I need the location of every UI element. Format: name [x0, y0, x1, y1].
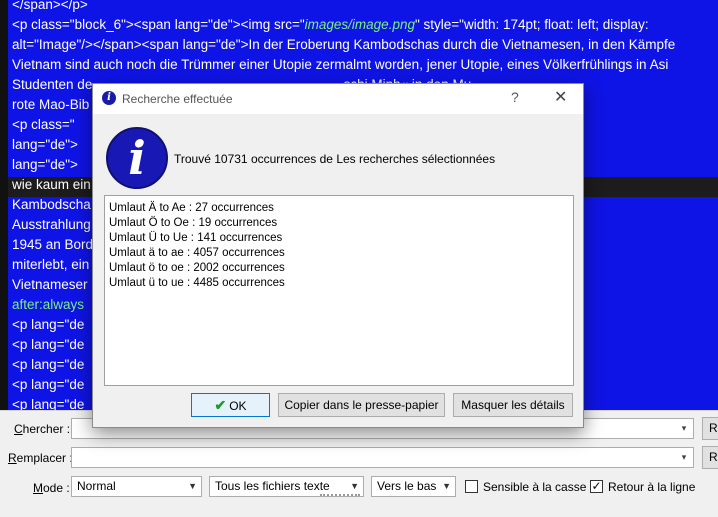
code-line: <p lang="de — [12, 335, 84, 355]
code-line: Vietnam sind auch noch die Trümmer einer… — [12, 55, 668, 75]
chevron-down-icon: ▾ — [681, 452, 687, 462]
mode-select[interactable]: Normal ▼ — [71, 476, 202, 497]
list-item: Umlaut Ü to Ue : 141 occurrences — [109, 232, 283, 244]
code-line: after:always — [12, 295, 84, 315]
code-token: lang="de"> — [12, 157, 78, 172]
replace-button[interactable]: R — [702, 446, 718, 469]
wrap-around-label: Retour à la ligne — [608, 480, 696, 494]
panel-resize-grip[interactable] — [320, 494, 360, 500]
direction-select-value: Vers le bas — [377, 479, 437, 493]
code-token: <p lang="de — [12, 377, 85, 392]
case-sensitive-label: Sensible à la casse — [483, 480, 587, 494]
direction-select[interactable]: Vers le bas ▼ — [371, 476, 456, 497]
chevron-down-icon: ▾ — [681, 423, 687, 433]
dialog-title-bar[interactable]: i Recherche effectuée ? ✕ — [93, 84, 583, 114]
editor-gutter — [0, 0, 8, 410]
search-result-dialog: i Recherche effectuée ? ✕ i Trouvé 10731… — [92, 83, 584, 428]
code-token: </span></p> — [12, 0, 88, 12]
help-button[interactable]: ? — [511, 89, 519, 105]
code-line: <p class="block_6"><span lang="de"><img … — [12, 15, 652, 35]
list-item: Umlaut Ä to Ae : 27 occurrences — [109, 202, 274, 214]
case-sensitive-checkbox[interactable] — [465, 480, 478, 493]
info-icon: i — [106, 127, 168, 189]
list-item: Umlaut ü to ue : 4485 occurrences — [109, 277, 285, 289]
code-token: Vietnam sind auch noch die Trümmer einer… — [12, 57, 669, 72]
code-line: alt="Image"/></span><span lang="de">In d… — [12, 35, 675, 55]
checkmark-icon: ✔ — [214, 397, 227, 413]
hide-details-button[interactable]: Masquer les détails — [453, 393, 573, 417]
code-token: Vietnameser — [12, 277, 88, 292]
checkmark-icon: ✓ — [591, 479, 602, 493]
mode-label: Mode : — [33, 481, 70, 495]
ok-button[interactable]: ✔ OK — [191, 393, 270, 417]
search-button[interactable]: R — [702, 417, 718, 440]
code-token: wie kaum ein — [12, 177, 91, 192]
code-token: <p lang="de — [12, 397, 85, 410]
chevron-down-icon: ▼ — [188, 481, 197, 491]
code-token: after:always — [12, 297, 85, 312]
code-line: <p lang="de — [12, 395, 84, 410]
code-token: Kambodscha — [12, 197, 91, 212]
list-item: Umlaut Ö to Oe : 19 occurrences — [109, 217, 278, 229]
code-line: <p lang="de — [12, 375, 84, 395]
info-icon: i — [102, 91, 116, 105]
code-line: rote Mao-Bib — [12, 95, 89, 115]
code-token: " style="width: 174pt; float: left; disp… — [414, 17, 653, 32]
code-token: <p lang="de — [12, 317, 85, 332]
list-item: Umlaut ä to ae : 4057 occurrences — [109, 247, 285, 259]
code-token: lang="de"> — [12, 137, 78, 152]
wrap-around-checkbox[interactable]: ✓ — [590, 480, 603, 493]
code-token: <p class="block_6"><span lang="de"><img … — [12, 17, 305, 32]
search-history-dropdown[interactable]: ▾ — [675, 419, 693, 438]
close-button[interactable]: ✕ — [554, 87, 567, 107]
result-summary: Trouvé 10731 occurrences de Les recherch… — [174, 152, 496, 166]
list-item: Umlaut ö to oe : 2002 occurrences — [109, 262, 285, 274]
code-line: </span></p> — [12, 0, 88, 15]
code-token: 1945 an Bord — [12, 237, 94, 252]
result-details-list[interactable]: Umlaut Ä to Ae : 27 occurrences Umlaut Ö… — [104, 195, 574, 386]
code-token: <p class=" — [12, 117, 75, 132]
code-line: <p lang="de — [12, 315, 84, 335]
ok-button-label: OK — [229, 399, 247, 413]
copy-to-clipboard-button[interactable]: Copier dans le presse-papier — [278, 393, 445, 417]
code-line: <p lang="de — [12, 355, 84, 375]
code-token: <p lang="de — [12, 357, 85, 372]
replace-history-dropdown[interactable]: ▾ — [675, 448, 693, 467]
code-token: rote Mao-Bib — [12, 97, 90, 112]
code-token: Ausstrahlung — [12, 217, 91, 232]
replace-input[interactable]: ▾ — [71, 447, 694, 468]
code-token: <p lang="de — [12, 337, 85, 352]
dialog-title: Recherche effectuée — [122, 92, 233, 106]
file-type-select-value: Tous les fichiers texte — [215, 479, 330, 493]
chevron-down-icon: ▼ — [442, 481, 451, 491]
code-token: images/image.png — [304, 17, 415, 32]
search-label: Chercher : — [14, 422, 71, 436]
code-token: alt="Image"/></span><span lang="de">In d… — [12, 37, 676, 52]
code-token: Studenten de — [12, 77, 93, 92]
replace-label: Remplacer : — [8, 451, 73, 465]
mode-select-value: Normal — [77, 479, 116, 493]
code-token: miterlebt, ein — [12, 257, 90, 272]
